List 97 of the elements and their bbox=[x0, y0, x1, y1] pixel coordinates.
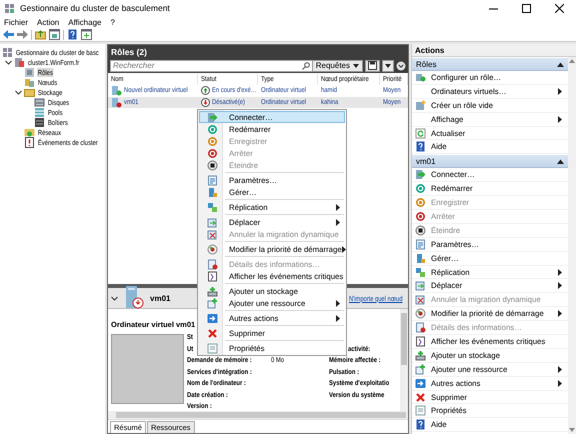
running-status-icon bbox=[201, 86, 210, 96]
virtual-machine-icon bbox=[111, 96, 122, 108]
new-role-icon bbox=[415, 100, 426, 111]
save-button[interactable] bbox=[365, 60, 380, 72]
enclosure-icon bbox=[34, 116, 45, 128]
collapse-icon[interactable] bbox=[557, 158, 564, 164]
virtual-machine-icon bbox=[111, 85, 122, 96]
submenu-arrow-icon bbox=[558, 88, 563, 95]
priority-icon bbox=[206, 244, 218, 254]
forward-arrow-icon[interactable] bbox=[17, 30, 28, 39]
app-icon bbox=[4, 2, 15, 14]
panel-icon[interactable] bbox=[81, 29, 92, 40]
arrow-icon bbox=[415, 378, 426, 389]
submenu-arrow-icon bbox=[336, 314, 340, 322]
expand-icon[interactable] bbox=[396, 60, 406, 70]
event-log-icon bbox=[24, 136, 35, 148]
server-icon bbox=[206, 186, 218, 198]
refresh-icon bbox=[415, 128, 426, 138]
move-icon bbox=[415, 280, 426, 292]
replication-icon bbox=[206, 202, 218, 212]
submenu-arrow-icon bbox=[342, 246, 347, 252]
section-header[interactable]: Rôles bbox=[412, 58, 568, 71]
submenu-arrow-icon bbox=[336, 300, 340, 306]
connect-icon bbox=[206, 112, 218, 122]
expander-icon[interactable] bbox=[14, 88, 22, 96]
connect-icon bbox=[415, 169, 426, 180]
replication-icon bbox=[415, 266, 426, 278]
add-storage-icon bbox=[206, 286, 218, 296]
cluster-icon bbox=[14, 56, 25, 68]
network-icon bbox=[24, 126, 35, 138]
menu-bar-item[interactable]: ? bbox=[110, 18, 115, 26]
maximize-icon[interactable] bbox=[522, 4, 531, 12]
stop-icon bbox=[415, 224, 426, 236]
properties-icon bbox=[415, 405, 426, 416]
roles-icon bbox=[24, 66, 35, 78]
panel-title: Rôles (2) bbox=[108, 45, 408, 58]
scroll-up-icon[interactable] bbox=[569, 59, 575, 63]
folder-up-icon[interactable] bbox=[35, 29, 46, 40]
folder-icon bbox=[24, 86, 35, 98]
nodes-icon bbox=[24, 76, 35, 88]
vm-name: vm01 bbox=[150, 294, 170, 302]
add-resource-icon bbox=[206, 298, 218, 308]
menu-bar-item[interactable]: Affichage bbox=[68, 18, 102, 26]
submenu-arrow-icon bbox=[558, 116, 563, 123]
delete-icon bbox=[206, 328, 218, 338]
back-arrow-icon[interactable] bbox=[3, 30, 14, 39]
submenu-arrow-icon bbox=[336, 204, 340, 210]
scroll-down-icon[interactable] bbox=[569, 428, 575, 432]
submenu-arrow-icon bbox=[336, 218, 340, 226]
stop-icon bbox=[206, 148, 218, 158]
stop-icon bbox=[415, 210, 426, 222]
add-resource-icon bbox=[415, 364, 426, 375]
pool-icon bbox=[34, 106, 45, 118]
document-icon bbox=[206, 174, 218, 186]
power-icon bbox=[206, 136, 218, 146]
caret-icon bbox=[353, 64, 359, 68]
queries-button[interactable]: Requêtes bbox=[312, 60, 363, 72]
menu-bar-item[interactable]: Fichier bbox=[4, 18, 28, 26]
stopped-status-icon bbox=[201, 98, 210, 107]
arrow-icon bbox=[206, 312, 218, 324]
move-icon bbox=[206, 216, 218, 228]
properties-icon bbox=[206, 342, 218, 354]
search-field[interactable]: Rechercher bbox=[110, 60, 313, 72]
save-icon bbox=[368, 61, 377, 70]
section-header[interactable]: vm01 bbox=[412, 155, 568, 168]
server-icon bbox=[415, 252, 426, 264]
panel-icon[interactable] bbox=[49, 29, 60, 40]
event-log-icon bbox=[206, 270, 218, 282]
close-icon[interactable] bbox=[555, 4, 564, 12]
help-icon bbox=[415, 419, 426, 430]
stop-icon bbox=[206, 160, 218, 170]
submenu-arrow-icon bbox=[558, 310, 563, 318]
details-icon bbox=[415, 322, 426, 334]
help-icon[interactable] bbox=[67, 29, 78, 40]
details-icon bbox=[206, 258, 218, 270]
cancel-icon bbox=[415, 294, 426, 306]
configure-role-icon bbox=[415, 72, 426, 83]
window-title: Gestionnaire du cluster de basculement bbox=[20, 3, 171, 13]
caret-icon bbox=[385, 64, 391, 68]
dropdown-button[interactable] bbox=[382, 60, 394, 72]
menu-bar-item[interactable]: Action bbox=[37, 18, 60, 26]
power-icon bbox=[415, 197, 426, 208]
cancel-icon bbox=[206, 228, 218, 240]
add-storage-icon bbox=[415, 350, 426, 361]
expander-icon[interactable] bbox=[4, 58, 12, 66]
cluster-icon bbox=[2, 46, 13, 58]
event-log-icon bbox=[415, 336, 426, 347]
power-icon bbox=[206, 124, 218, 134]
context-menu[interactable] bbox=[197, 109, 347, 356]
help-icon bbox=[415, 141, 426, 152]
collapse-icon[interactable] bbox=[557, 62, 564, 66]
priority-icon bbox=[415, 308, 426, 320]
document-icon bbox=[415, 238, 426, 250]
power-icon bbox=[415, 183, 426, 194]
delete-icon bbox=[415, 392, 426, 403]
pane-title: Actions bbox=[412, 44, 576, 57]
collapse-icon[interactable] bbox=[111, 294, 118, 302]
